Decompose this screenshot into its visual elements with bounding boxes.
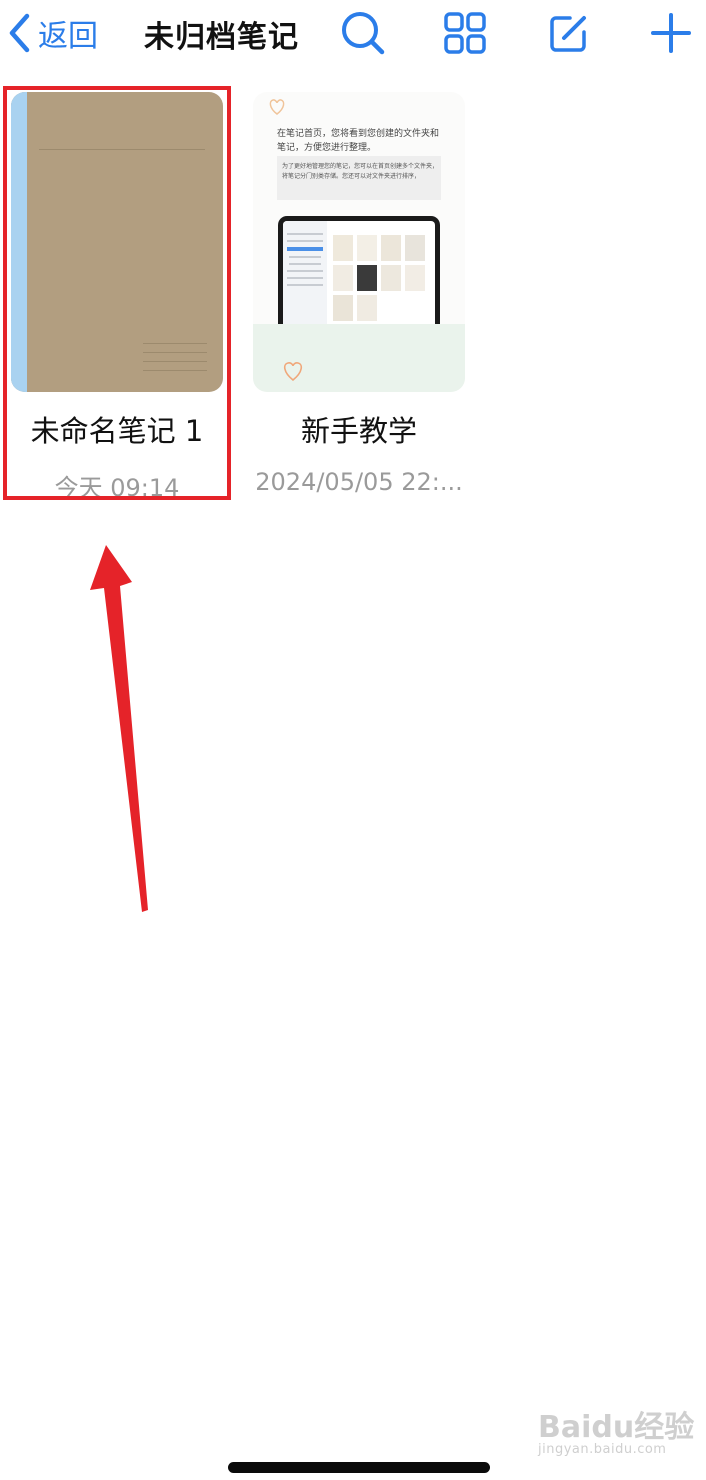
annotation-arrow bbox=[90, 545, 148, 912]
home-indicator[interactable] bbox=[228, 1462, 490, 1473]
watermark: Baidu经验 jingyan.baidu.com bbox=[538, 1410, 695, 1457]
